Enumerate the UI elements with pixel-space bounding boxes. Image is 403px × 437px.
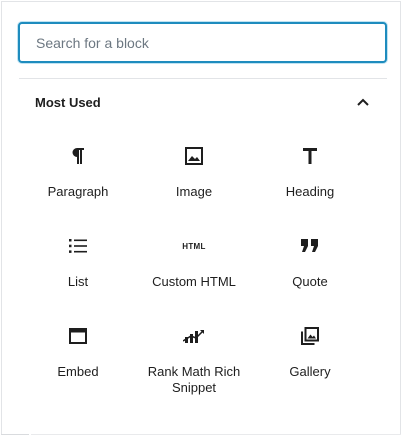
block-custom-html[interactable]: HTML Custom HTML <box>136 222 252 312</box>
block-label: Rank Math Rich Snippet <box>147 364 241 395</box>
search-wrapper <box>18 22 387 63</box>
block-list[interactable]: List <box>20 222 136 312</box>
block-label: Embed <box>57 364 99 379</box>
block-label: Heading <box>285 184 335 199</box>
block-label: Paragraph <box>47 184 109 199</box>
block-image[interactable]: Image <box>136 132 252 222</box>
block-label: List <box>67 274 89 289</box>
rank-math-icon <box>182 324 206 348</box>
block-embed[interactable]: Embed <box>20 312 136 402</box>
gallery-icon <box>298 324 322 348</box>
panel-title: Most Used <box>35 94 101 110</box>
paragraph-icon <box>66 144 90 168</box>
block-label: Quote <box>292 274 328 289</box>
block-inserter-panel: Most Used Paragraph Image <box>1 1 401 434</box>
block-heading[interactable]: Heading <box>252 132 368 222</box>
embed-icon <box>66 324 90 348</box>
block-quote[interactable]: Quote <box>252 222 368 312</box>
block-label: Gallery <box>289 364 331 379</box>
most-used-panel-toggle[interactable]: Most Used <box>19 84 387 120</box>
block-gallery[interactable]: Gallery <box>252 312 368 402</box>
bottom-border <box>1 434 29 435</box>
block-label: Image <box>175 184 213 199</box>
block-rank-math-rich-snippet[interactable]: Rank Math Rich Snippet <box>136 312 252 402</box>
block-label: Custom HTML <box>152 274 236 289</box>
divider <box>19 78 387 79</box>
list-icon <box>66 234 90 258</box>
image-icon <box>182 144 206 168</box>
quote-icon <box>298 234 322 258</box>
html-icon: HTML <box>182 241 206 251</box>
block-paragraph[interactable]: Paragraph <box>20 132 136 222</box>
block-grid: Paragraph Image Heading List HTML Custom… <box>20 132 354 402</box>
bottom-border <box>31 434 401 435</box>
chevron-up-icon <box>353 92 373 112</box>
heading-icon <box>298 144 322 168</box>
search-input[interactable] <box>18 22 387 63</box>
